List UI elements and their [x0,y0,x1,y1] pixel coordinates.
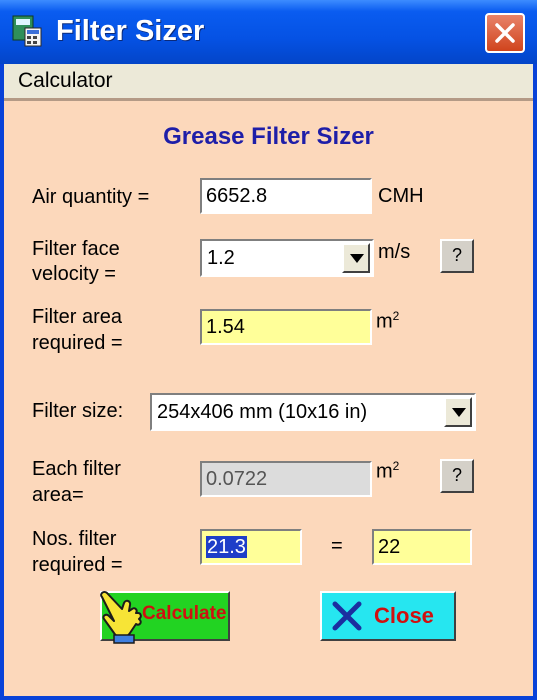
face-velocity-help-button[interactable]: ? [440,239,474,273]
filter-area-unit: m2 [376,309,400,333]
nos-filter-label-2: required = [32,554,123,576]
filter-area-label-2: required = [32,332,123,354]
filter-sizer-window: Filter Sizer Calculator Grease Filter Si… [0,0,537,700]
air-quantity-unit: CMH [378,185,424,207]
nos-filter-output[interactable]: 21.3 [200,529,302,565]
face-velocity-label-1: Filter face [32,238,120,260]
window-close-button[interactable] [485,13,525,53]
x-close-icon [332,601,362,631]
filter-size-dropdown-button[interactable] [444,397,472,427]
face-velocity-unit: m/s [378,241,411,263]
close-icon [495,23,515,43]
filter-area-output: 1.54 [200,309,372,345]
each-area-output: 0.0722 [200,461,372,497]
menu-bar: Calculator [4,64,533,98]
air-quantity-input[interactable]: 6652.8 [200,178,372,214]
menu-calculator[interactable]: Calculator [18,69,113,93]
calculator-app-icon [12,15,42,47]
calculate-button[interactable]: Calculate [100,590,230,644]
nos-filter-value: 21.3 [206,536,247,558]
form-heading: Grease Filter Sizer [163,123,374,150]
face-velocity-label-2: velocity = [32,263,116,285]
nos-filter-rounded-output: 22 [372,529,472,565]
filter-size-select[interactable]: 254x406 mm (10x16 in) [150,393,476,431]
filter-area-label-1: Filter area [32,306,123,328]
chevron-down-icon [452,408,466,417]
face-velocity-dropdown-button[interactable] [342,243,370,273]
equals-sign: = [331,535,343,557]
face-velocity-select[interactable]: 1.2 [200,239,374,277]
title-bar[interactable]: Filter Sizer [0,0,537,64]
form-panel: Grease Filter Sizer Air quantity = 6652.… [4,98,533,696]
air-quantity-label: Air quantity = [32,186,150,208]
each-area-help-button[interactable]: ? [440,459,474,493]
calculate-label: Calculate [142,603,227,624]
close-label: Close [374,603,434,628]
face-velocity-value: 1.2 [207,247,235,269]
each-area-label-1: Each filter [32,458,121,480]
window-title: Filter Sizer [56,15,205,47]
filter-size-label: Filter size: [32,400,124,422]
each-area-label-2: area= [32,484,84,506]
close-button[interactable]: Close [320,591,456,641]
each-area-unit: m2 [376,459,400,483]
pointing-hand-icon [100,590,142,644]
chevron-down-icon [350,254,364,263]
nos-filter-label-1: Nos. filter [32,528,117,550]
filter-size-value: 254x406 mm (10x16 in) [157,401,368,423]
